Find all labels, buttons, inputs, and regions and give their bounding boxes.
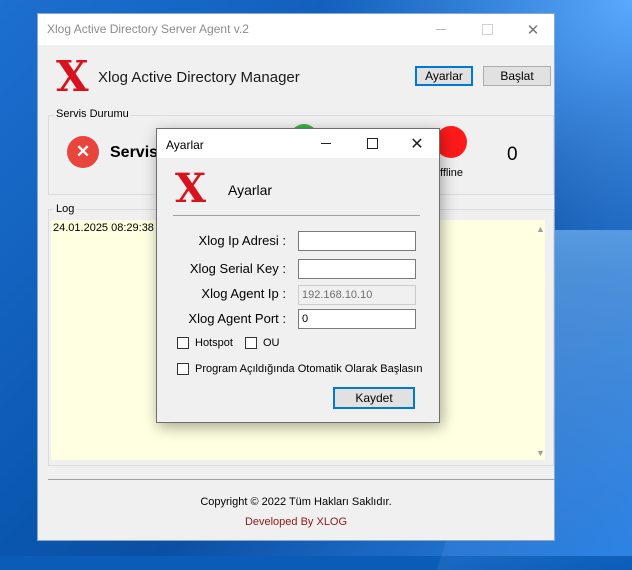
close-icon: ✕ bbox=[526, 21, 540, 39]
xlog-ip-label: Xlog Ip Adresi : bbox=[198, 233, 286, 248]
xlog-agent-port-input[interactable] bbox=[298, 309, 416, 329]
dialog-maximize-button[interactable] bbox=[349, 129, 395, 158]
dialog-divider bbox=[173, 215, 420, 216]
log-entry: 24.01.2025 08:29:38 bbox=[53, 222, 154, 234]
copyright-text: Copyright © 2022 Tüm Hakları Saklıdır. bbox=[200, 496, 392, 508]
service-status-label: Servis Durumu bbox=[54, 108, 131, 120]
main-window-title: Xlog Active Directory Server Agent v.2 bbox=[47, 22, 249, 36]
xlog-logo: X bbox=[56, 52, 89, 101]
dialog-titlebar[interactable]: Ayarlar ✕ bbox=[157, 129, 439, 158]
connection-count: 0 bbox=[507, 144, 518, 165]
scroll-down-icon[interactable]: ▼ bbox=[536, 448, 545, 458]
scroll-up-icon[interactable]: ▲ bbox=[536, 224, 545, 234]
app-title: Xlog Active Directory Manager bbox=[98, 69, 300, 86]
service-stopped-indicator: ✕ bbox=[67, 136, 99, 168]
autostart-checkbox[interactable] bbox=[177, 363, 189, 375]
hotspot-checkbox[interactable] bbox=[177, 337, 189, 349]
close-button[interactable]: ✕ bbox=[510, 14, 556, 45]
minimize-button[interactable] bbox=[418, 14, 464, 45]
service-status-text: Servis bbox=[110, 144, 159, 161]
settings-button[interactable]: Ayarlar bbox=[415, 66, 473, 86]
main-titlebar[interactable]: Xlog Active Directory Server Agent v.2 ✕ bbox=[38, 14, 554, 45]
offline-label: ffline bbox=[440, 167, 464, 179]
maximize-icon bbox=[366, 138, 378, 149]
minimize-icon bbox=[436, 29, 446, 30]
hotspot-label: Hotspot bbox=[195, 337, 233, 349]
log-label: Log bbox=[54, 203, 77, 215]
maximize-button[interactable] bbox=[464, 14, 510, 45]
maximize-icon bbox=[481, 24, 493, 35]
xlog-agent-ip-input bbox=[298, 285, 416, 305]
ou-label: OU bbox=[263, 337, 280, 349]
x-circle-icon: ✕ bbox=[75, 142, 91, 161]
ou-checkbox[interactable] bbox=[245, 337, 257, 349]
dialog-title: Ayarlar bbox=[166, 138, 204, 152]
settings-dialog: Ayarlar ✕ X Ayarlar Xlog Ip Adresi : Xlo… bbox=[156, 128, 440, 423]
footer-divider bbox=[48, 479, 554, 480]
dialog-minimize-button[interactable] bbox=[303, 129, 349, 158]
xlog-serial-label: Xlog Serial Key : bbox=[189, 261, 286, 276]
xlog-serial-input[interactable] bbox=[298, 259, 416, 279]
developed-by-text: Developed By XLOG bbox=[244, 516, 348, 528]
start-button[interactable]: Başlat bbox=[483, 66, 551, 86]
xlog-ip-input[interactable] bbox=[298, 231, 416, 251]
dialog-xlog-logo: X bbox=[175, 165, 207, 212]
save-button[interactable]: Kaydet bbox=[333, 387, 415, 409]
autostart-label: Program Açıldığında Otomatik Olarak Başl… bbox=[195, 363, 423, 375]
dialog-close-button[interactable]: ✕ bbox=[394, 129, 440, 158]
minimize-icon bbox=[321, 143, 331, 144]
xlog-agent-port-label: Xlog Agent Port : bbox=[188, 311, 286, 326]
dialog-heading: Ayarlar bbox=[228, 182, 273, 198]
xlog-agent-ip-label: Xlog Agent Ip : bbox=[201, 286, 286, 301]
close-icon: ✕ bbox=[410, 135, 424, 153]
